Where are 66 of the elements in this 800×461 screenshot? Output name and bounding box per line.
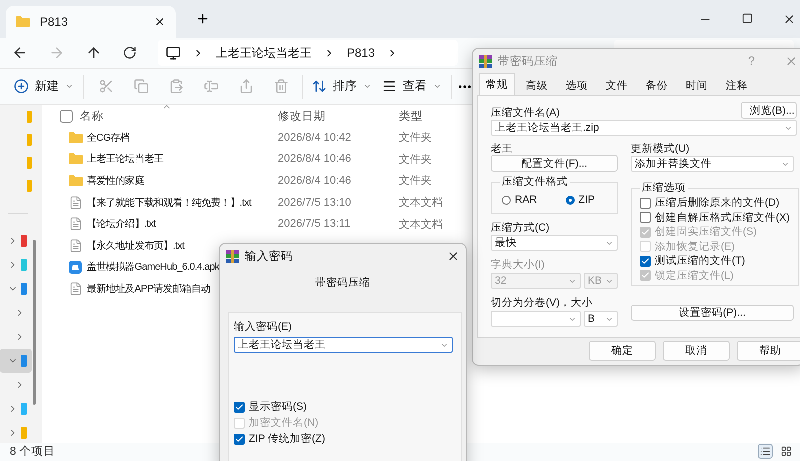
dialog-tab[interactable]: 选项 xyxy=(559,76,595,95)
file-name[interactable]: 最新地址及APP请发邮箱自动 xyxy=(87,282,211,296)
dialog-tab[interactable]: 常规 xyxy=(479,73,515,95)
field-label: 切分为分卷(V)，大小 xyxy=(491,297,594,309)
update-mode-field[interactable]: 添加并替换文件 xyxy=(631,156,794,172)
dialog-tab[interactable]: 备份 xyxy=(639,76,675,95)
checkbox-option[interactable]: 压缩后删除原来的文件(D) xyxy=(640,196,790,210)
password-field[interactable]: 上老王论坛当老王 xyxy=(234,337,453,353)
view-button[interactable]: 查看 xyxy=(378,74,446,99)
column-header[interactable]: 修改日期 xyxy=(278,108,399,124)
radio-option[interactable]: RAR xyxy=(502,193,538,208)
group-title: 压缩选项 xyxy=(641,182,687,194)
modified-date: 2026/7/5 13:11 xyxy=(278,218,351,230)
tab-title: P813 xyxy=(40,15,68,29)
sort-button[interactable]: 排序 xyxy=(308,74,376,99)
file-name[interactable]: 【论坛介绍】.txt xyxy=(87,217,156,232)
breadcrumb-item[interactable]: P813 xyxy=(347,46,376,60)
file-name[interactable]: 全CG存档 xyxy=(87,130,130,145)
modified-date: 2026/8/4 10:46 xyxy=(278,174,352,187)
file-type: 文件夹 xyxy=(399,152,432,167)
dialog-button[interactable]: 取消 xyxy=(663,341,730,361)
breadcrumb-item[interactable]: 上老王论坛当老王 xyxy=(216,44,312,62)
group-title: 压缩文件格式 xyxy=(501,176,569,188)
file-type: 文本文档 xyxy=(399,196,443,210)
file-name[interactable]: 喜爱性的家庭 xyxy=(87,174,144,188)
checkbox-option[interactable]: 测试压缩的文件(T) xyxy=(640,254,790,268)
field-label: 输入密码(E) xyxy=(234,321,293,333)
set-password-button[interactable]: 设置密码(P)... xyxy=(631,305,794,321)
dialog-tab[interactable]: 文件 xyxy=(599,76,635,95)
file-name[interactable]: 【永久地址发布页】.txt xyxy=(87,238,184,253)
dialog-tab[interactable]: 高级 xyxy=(519,76,555,95)
modified-date: 2026/8/4 10:46 xyxy=(278,153,352,166)
modified-date: 2026/7/5 13:10 xyxy=(278,196,352,209)
dialog-subtitle: 带密码压缩 xyxy=(314,276,372,290)
address-bar[interactable]: 上老王论坛当老王 P813 xyxy=(158,40,458,66)
field-label: 字典大小(I) xyxy=(491,259,546,271)
dialog-button[interactable]: 确定 xyxy=(589,341,656,361)
dialog-button[interactable]: 帮助 xyxy=(737,341,800,361)
file-type: 文件夹 xyxy=(399,130,432,146)
file-type: 文件夹 xyxy=(399,174,432,188)
field-label: 老王 xyxy=(491,143,514,155)
profile-button[interactable]: 配置文件(F)... xyxy=(491,155,618,172)
new-button[interactable]: 新建 xyxy=(10,74,78,99)
file-name[interactable]: 盖世模拟器GameHub_6.0.4.apk xyxy=(87,260,220,274)
file-name[interactable]: 上老王论坛当老王 xyxy=(87,152,164,166)
checkbox-option[interactable]: 显示密码(S) xyxy=(234,399,453,415)
window-tab[interactable]: P813 xyxy=(6,6,176,38)
dialog-title: 输入密码 xyxy=(245,249,293,264)
dialog-tab[interactable]: 时间 xyxy=(679,76,715,95)
item-count: 8 个项目 xyxy=(10,444,56,458)
dialog-tab[interactable]: 注释 xyxy=(719,76,755,95)
file-name[interactable]: 【来了就能下载和观看！纯免费！】.txt xyxy=(87,196,252,210)
method-field[interactable]: 最快 xyxy=(491,235,618,251)
archive-name-field[interactable]: 上老王论坛当老王.zip xyxy=(491,120,797,136)
column-header[interactable]: 名称 xyxy=(80,108,278,124)
field-label: 压缩方式(C) xyxy=(491,222,551,234)
field-label: 压缩文件名(A) xyxy=(491,107,560,119)
unit-field[interactable]: B xyxy=(584,311,618,327)
modified-date: 2026/8/4 10:42 xyxy=(278,132,352,144)
checkbox-option[interactable]: ZIP 传统加密(Z) xyxy=(234,431,453,447)
radio-option[interactable]: ZIP xyxy=(566,193,595,208)
file-type: 文本文档 xyxy=(399,218,443,232)
dialog-title: 带密码压缩 xyxy=(498,54,558,68)
field-label: 更新模式(U) xyxy=(631,143,691,155)
checkbox-option[interactable]: 创建自解压格式压缩文件(X) xyxy=(640,210,790,225)
browse-button[interactable]: 浏览(B)... xyxy=(741,102,797,119)
